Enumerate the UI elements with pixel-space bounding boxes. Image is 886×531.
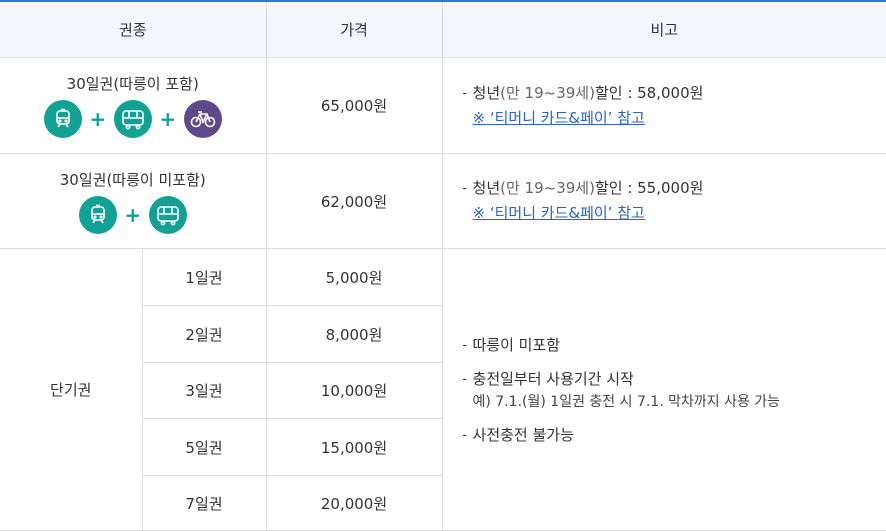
- bus-icon: [148, 195, 187, 234]
- short-term-name: 7일권: [142, 475, 267, 531]
- bicycle-icon: [183, 100, 222, 138]
- note-bike: - 따릉이 미포함: [462, 335, 561, 354]
- table-row: 30일권(따릉이 포함) + + 65,000원 - 청년(만 19~39세)할인…: [0, 57, 886, 154]
- youth-discount: - 청년(만 19~39세)할인 : 58,000원: [462, 83, 704, 102]
- transport-icons: + +: [0, 100, 266, 138]
- short-term-price: 20,000원: [265, 475, 443, 531]
- short-term-notes: - 따릉이 미포함 - 충전일부터 사용기간 시작 예) 7.1.(월) 1일권 충…: [441, 248, 886, 531]
- short-term-name: 1일권: [141, 248, 267, 306]
- subway-icon: [43, 100, 82, 138]
- price-cell: 65,000원: [265, 57, 443, 154]
- short-term-price: 10,000원: [265, 362, 443, 419]
- note-cell: - 청년(만 19~39세)할인 : 55,000원 ※ ‘티머니 카드&페이’ …: [441, 153, 886, 249]
- short-term-name: 2일권: [142, 305, 267, 363]
- pass-cell: 30일권(따릉이 포함) + +: [0, 57, 267, 154]
- tmoney-link[interactable]: ※ ‘티머니 카드&페이’ 참고: [463, 200, 886, 226]
- table-row: 30일권(따릉이 미포함) + 62,000원 - 청년(만 19~39세)할인 …: [0, 153, 886, 249]
- header-row: 권종 가격 비고: [0, 0, 886, 58]
- header-price: 가격: [265, 0, 443, 58]
- plus-icon: +: [159, 107, 177, 131]
- header-type: 권종: [0, 0, 267, 58]
- note-no-precharge: - 사전충전 불가능: [462, 425, 574, 444]
- youth-discount: - 청년(만 19~39세)할인 : 55,000원: [462, 179, 704, 197]
- subway-icon: [78, 195, 117, 234]
- plus-icon: +: [124, 202, 142, 227]
- pass-cell: 30일권(따릉이 미포함) +: [0, 153, 267, 249]
- table-row: 단기권 1일권 5,000원 - 따릉이 미포함 - 충전일부터 사용기간 시작 예…: [0, 248, 886, 531]
- short-term-price: 8,000원: [265, 305, 443, 363]
- price-cell: 62,000원: [265, 153, 443, 249]
- short-term-label: 단기권: [0, 248, 143, 531]
- note-cell: - 청년(만 19~39세)할인 : 58,000원 ※ ‘티머니 카드&페이’ …: [441, 57, 886, 154]
- plus-icon: +: [89, 107, 107, 131]
- short-term-name: 5일권: [142, 418, 267, 476]
- header-note: 비고: [441, 0, 886, 58]
- transport-icons: +: [0, 195, 266, 234]
- bus-icon: [113, 100, 152, 138]
- short-term-price: 5,000원: [265, 248, 443, 306]
- short-term-price: 15,000원: [265, 418, 443, 476]
- note-start: - 충전일부터 사용기간 시작: [462, 369, 634, 388]
- tmoney-link[interactable]: ※ ‘티머니 카드&페이’ 참고: [463, 105, 886, 131]
- pass-name: 30일권(따릉이 포함): [66, 75, 199, 93]
- pass-name: 30일권(따릉이 미포함): [59, 170, 206, 189]
- short-term-name: 3일권: [142, 362, 267, 419]
- note-example: 예) 7.1.(월) 1일권 충전 시 7.1. 막차까지 사용 가능: [472, 393, 781, 410]
- fare-table: 권종 가격 비고 30일권(따릉이 포함) + + 65,000원 - 청년(만…: [0, 0, 886, 531]
